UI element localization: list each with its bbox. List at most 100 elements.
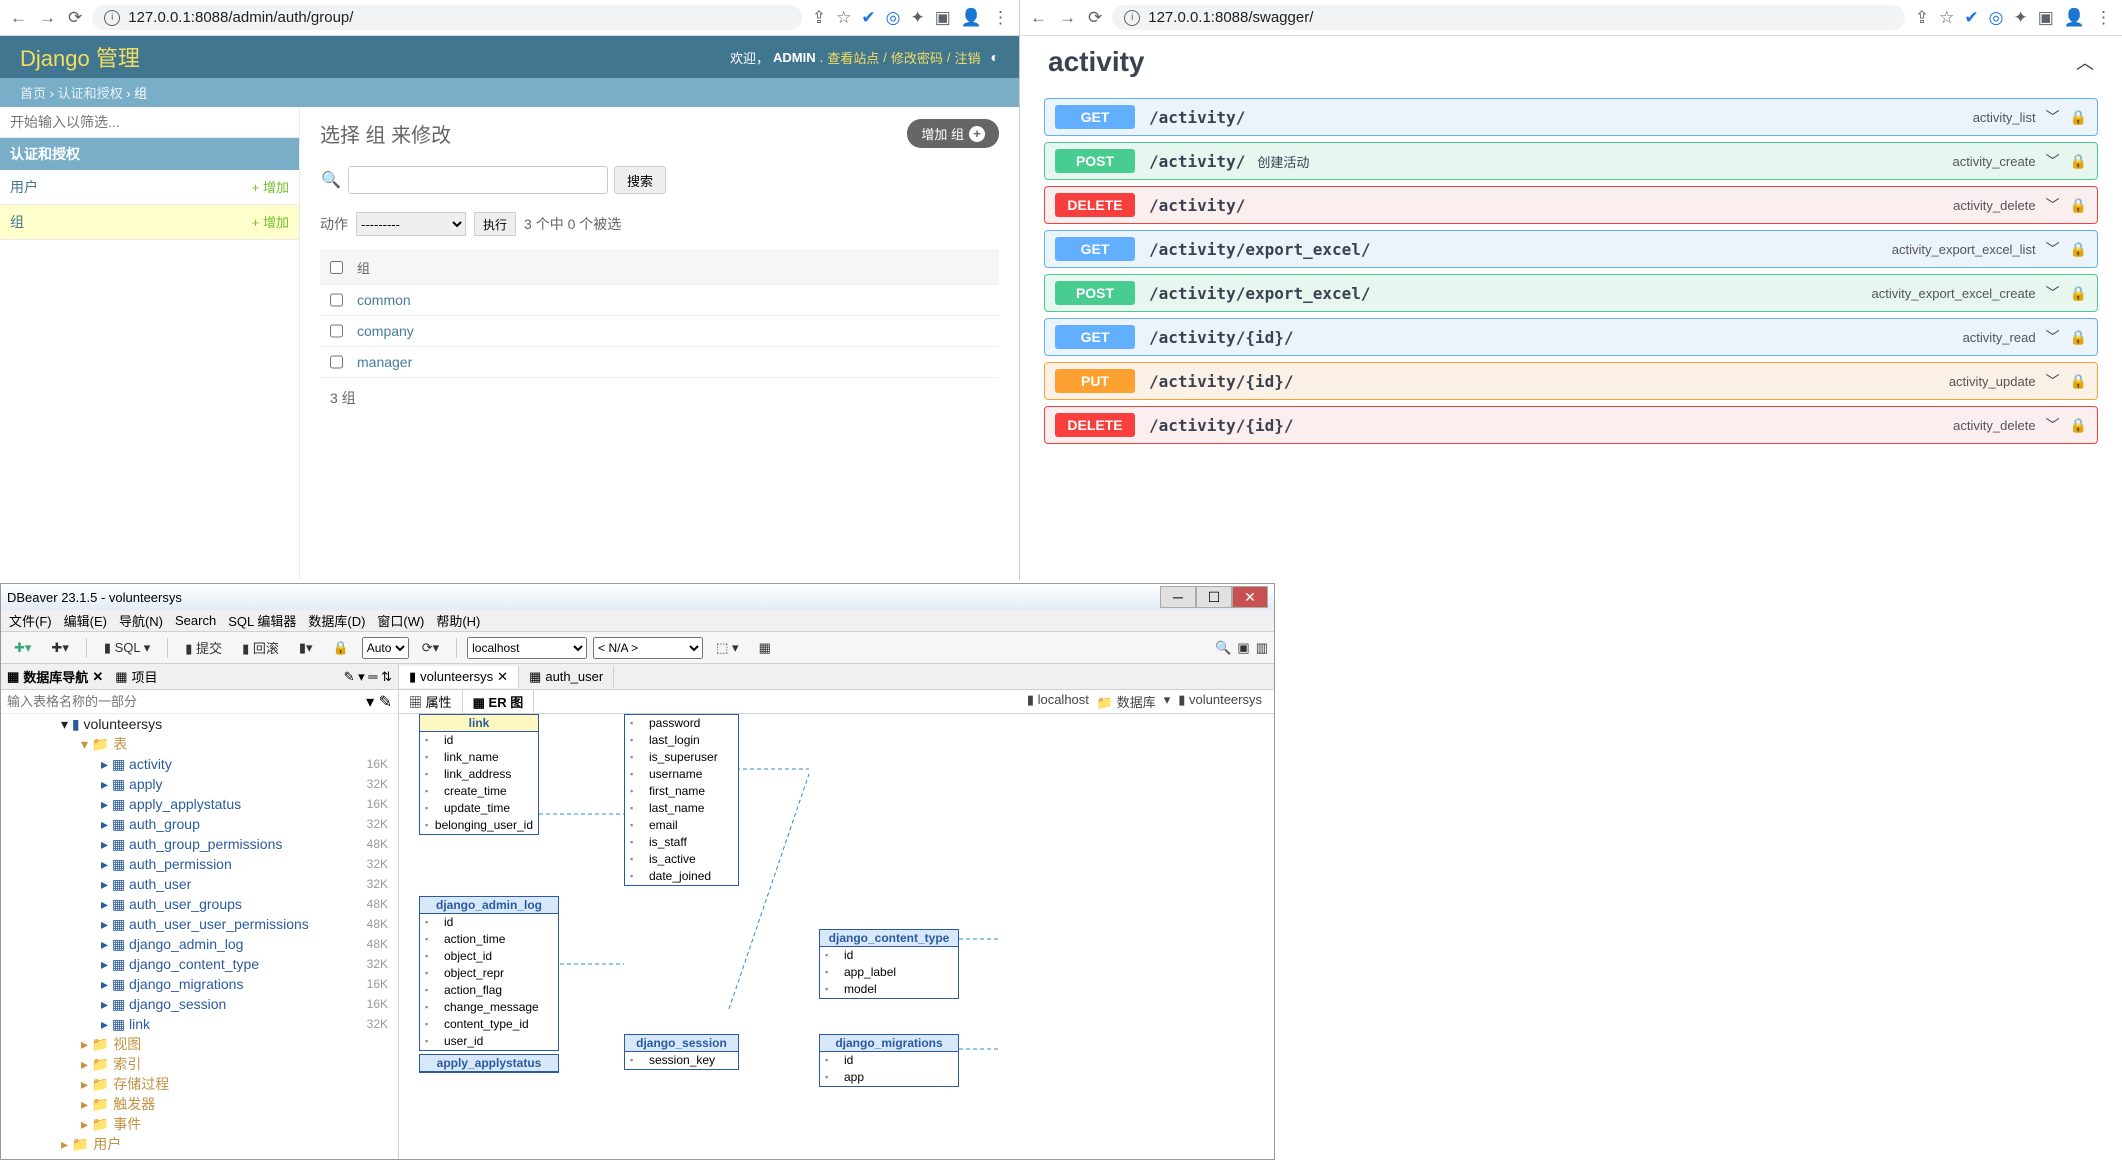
er-table-adminlog[interactable]: django_admin_log▪id▪action_time▪object_i… xyxy=(419,896,559,1051)
table-row[interactable]: common xyxy=(320,285,999,316)
puzzle-icon[interactable]: ✦ xyxy=(911,8,925,28)
tag-header[interactable]: activity ︿ xyxy=(1020,36,2122,92)
bc-home[interactable]: 首页 xyxy=(20,86,46,101)
tab-projects[interactable]: ▦ 项目 xyxy=(115,667,157,686)
sidebar-filter-input[interactable] xyxy=(0,107,299,138)
rollback-button[interactable]: ▮ 回滚 xyxy=(235,635,286,660)
search-button[interactable]: 搜索 xyxy=(614,166,666,194)
er-table-authuser[interactable]: ▪password▪last_login▪is_superuser▪userna… xyxy=(624,714,739,886)
tree-table-row[interactable]: ▸ ▦ auth_group32K xyxy=(1,814,398,834)
chevron-down-icon[interactable]: ﹀ xyxy=(2046,107,2060,127)
auto-select[interactable]: Auto xyxy=(362,637,409,659)
group-link[interactable]: company xyxy=(357,323,414,339)
search-icon[interactable]: 🔍 xyxy=(1215,640,1231,656)
table-row[interactable]: manager xyxy=(320,347,999,378)
row-checkbox[interactable] xyxy=(330,323,343,339)
avatar-icon[interactable]: 👤 xyxy=(2064,8,2085,28)
er-table-ctype[interactable]: django_content_type▪id▪app_label▪model xyxy=(819,929,959,999)
lock-icon[interactable]: 🔒 xyxy=(2070,417,2087,434)
chevron-down-icon[interactable]: ﹀ xyxy=(2046,283,2060,303)
add-user-link[interactable]: + 增加 xyxy=(252,177,289,197)
add-group-link[interactable]: + 增加 xyxy=(252,212,289,232)
tree-table-row[interactable]: ▸ ▦ auth_user_user_permissions48K xyxy=(1,914,398,934)
operation-row[interactable]: GET /activity/ activity_list ﹀ 🔒 xyxy=(1044,98,2098,136)
operation-row[interactable]: POST /activity/export_excel/ activity_ex… xyxy=(1044,274,2098,312)
chevron-down-icon[interactable]: ﹀ xyxy=(2046,195,2060,215)
tree-table-row[interactable]: ▸ ▦ auth_permission32K xyxy=(1,854,398,874)
group-link[interactable]: common xyxy=(357,292,411,308)
back-icon[interactable]: ← xyxy=(1030,8,1047,28)
tree-folder-row[interactable]: ▸ 📁 存储过程 xyxy=(1,1074,398,1094)
er-table-link[interactable]: link▪id▪link_name▪link_address▪create_ti… xyxy=(419,714,539,835)
menu-item[interactable]: 编辑(E) xyxy=(64,611,107,630)
puzzle-icon[interactable]: ✦ xyxy=(2014,8,2028,28)
lock-icon[interactable]: 🔒 xyxy=(2070,153,2087,170)
chevron-down-icon[interactable]: ﹀ xyxy=(2046,239,2060,259)
nav-toolbar-icons[interactable]: ✎ ▾ ═ ⇅ xyxy=(344,669,392,685)
editor-tab-1[interactable]: ▮ volunteersys ✕ xyxy=(399,666,519,688)
menu-item[interactable]: 文件(F) xyxy=(9,611,52,630)
menu-item[interactable]: SQL 编辑器 xyxy=(228,611,296,630)
sql-button[interactable]: ▮ SQL ▾ xyxy=(97,637,157,659)
forward-icon[interactable]: → xyxy=(1059,8,1076,28)
chevron-down-icon[interactable]: ﹀ xyxy=(2046,371,2060,391)
tree-table-row[interactable]: ▸ ▦ django_session16K xyxy=(1,994,398,1014)
db-tree[interactable]: ▾ ▮ volunteersys ▾ 📁 表 ▸ ▦ activity16K ▸… xyxy=(1,714,398,1159)
menu-item[interactable]: Search xyxy=(175,613,216,628)
er-table-applystatus[interactable]: apply_applystatus xyxy=(419,1054,559,1073)
window-icon[interactable]: ▣ xyxy=(2038,8,2054,28)
tree-folder-row[interactable]: ▸ 📁 索引 xyxy=(1,1054,398,1074)
group-link[interactable]: manager xyxy=(357,354,412,370)
operation-row[interactable]: GET /activity/export_excel/ activity_exp… xyxy=(1044,230,2098,268)
chevron-down-icon[interactable]: ﹀ xyxy=(2046,415,2060,435)
menu-item[interactable]: 数据库(D) xyxy=(308,611,365,630)
address-bar[interactable]: i 127.0.0.1:8088/admin/auth/group/ xyxy=(92,5,802,30)
reload-icon[interactable]: ⟳ xyxy=(68,8,82,28)
lock-icon[interactable]: 🔒 xyxy=(2070,241,2087,258)
model-row-user[interactable]: 用户 + 增加 xyxy=(0,170,299,205)
action-select[interactable]: --------- xyxy=(356,212,466,236)
lock-icon[interactable]: 🔒 xyxy=(2070,197,2087,214)
database-select[interactable]: < N/A > xyxy=(593,637,703,659)
tree-folder-row[interactable]: ▸ 📁 视图 xyxy=(1,1034,398,1054)
er-table-session[interactable]: django_session▪session_key xyxy=(624,1034,739,1070)
operation-row[interactable]: DELETE /activity/{id}/ activity_delete ﹀… xyxy=(1044,406,2098,444)
site-info-icon[interactable]: i xyxy=(104,10,120,26)
operation-row[interactable]: POST /activity/ 创建活动 activity_create ﹀ 🔒 xyxy=(1044,142,2098,180)
tree-folder-row[interactable]: ▸ 📁 事件 xyxy=(1,1114,398,1134)
ext-icon-2[interactable]: ◎ xyxy=(886,8,901,28)
tree-table-row[interactable]: ▸ ▦ django_migrations16K xyxy=(1,974,398,994)
lock-icon[interactable]: 🔒 xyxy=(2070,109,2087,126)
schema-icon[interactable]: ⬚ ▾ xyxy=(709,637,745,659)
refresh-icon[interactable]: ⟳▾ xyxy=(415,637,446,659)
grid-icon[interactable]: ▦ xyxy=(752,637,778,659)
tree-table-row[interactable]: ▸ ▦ link32K xyxy=(1,1014,398,1034)
brand-title[interactable]: Django 管理 xyxy=(20,41,140,73)
star-icon[interactable]: ☆ xyxy=(836,8,851,28)
search-input[interactable] xyxy=(348,166,608,194)
ext-icon-1[interactable]: ✔ xyxy=(1964,8,1978,28)
select-all-checkbox[interactable] xyxy=(330,258,343,277)
crumb-host[interactable]: ▮ localhost xyxy=(1027,692,1089,711)
connection-select[interactable]: localhost xyxy=(467,637,587,659)
share-icon[interactable]: ⇪ xyxy=(812,8,826,28)
go-button[interactable]: 执行 xyxy=(474,212,516,236)
tree-table-row[interactable]: ▸ ▦ django_admin_log48K xyxy=(1,934,398,954)
bc-app[interactable]: 认证和授权 xyxy=(58,86,123,101)
menu-item[interactable]: 导航(N) xyxy=(119,611,163,630)
view-site-link[interactable]: 查看站点 xyxy=(827,48,879,67)
er-diagram[interactable]: link▪id▪link_name▪link_address▪create_ti… xyxy=(399,714,1274,1159)
star-icon[interactable]: ☆ xyxy=(1939,8,1954,28)
tree-table-row[interactable]: ▸ ▦ auth_group_permissions48K xyxy=(1,834,398,854)
forward-icon[interactable]: → xyxy=(39,8,56,28)
chevron-up-icon[interactable]: ︿ xyxy=(2076,49,2094,75)
app-header[interactable]: 认证和授权 xyxy=(0,138,299,170)
tab-db-nav[interactable]: ▦ 数据库导航 ✕ xyxy=(7,667,103,686)
operation-row[interactable]: PUT /activity/{id}/ activity_update ﹀ 🔒 xyxy=(1044,362,2098,400)
operation-row[interactable]: GET /activity/{id}/ activity_read ﹀ 🔒 xyxy=(1044,318,2098,356)
share-icon[interactable]: ⇪ xyxy=(1915,8,1929,28)
perspective-switch-icon[interactable]: ▥ xyxy=(1256,640,1268,656)
ext-icon-1[interactable]: ✔ xyxy=(861,8,875,28)
chevron-down-icon[interactable]: ﹀ xyxy=(2046,327,2060,347)
minimize-button[interactable]: ─ xyxy=(1160,586,1196,608)
